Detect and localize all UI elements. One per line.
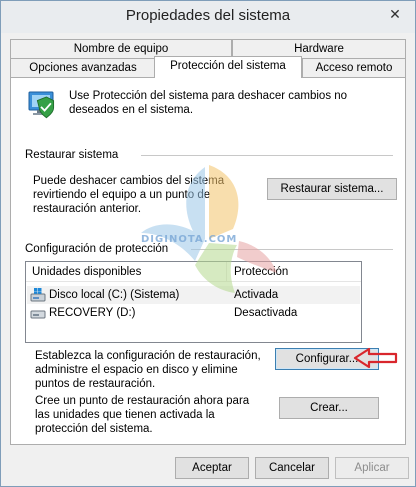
tab-label: Acceso remoto (315, 62, 393, 74)
drive-name: RECOVERY (D:) (49, 307, 136, 319)
apply-button-label: Aplicar (354, 462, 390, 474)
system-properties-window: Propiedades del sistema ✕ Nombre de equi… (0, 0, 416, 487)
apply-button[interactable]: Aplicar (335, 457, 409, 479)
restore-system-button[interactable]: Restaurar sistema... (267, 178, 397, 200)
intro-text: Use Protección del sistema para deshacer… (69, 90, 348, 116)
tab-advanced-options[interactable]: Opciones avanzadas (10, 58, 156, 78)
close-icon: ✕ (389, 5, 401, 22)
list-item-drive-d[interactable]: RECOVERY (D:) Desactivada (27, 304, 360, 322)
restore-description: Puede deshacer cambios del sistema revir… (33, 175, 225, 215)
protection-status: Desactivada (234, 307, 298, 319)
list-header: Unidades disponibles Protección (26, 262, 361, 282)
configure-button-label: Configurar... (295, 353, 359, 365)
tab-system-protection[interactable]: Protección del sistema (154, 56, 302, 78)
cancel-button-label: Cancelar (268, 462, 316, 474)
restore-system-button-label: Restaurar sistema... (280, 183, 384, 195)
drive-icon (30, 310, 46, 319)
tab-label: Opciones avanzadas (29, 62, 137, 74)
list-item-drive-c[interactable]: Disco local (C:) (Sistema) Activada (27, 286, 360, 304)
tab-label: Protección del sistema (170, 60, 286, 72)
column-header-protection[interactable]: Protección (234, 265, 288, 279)
create-button[interactable]: Crear... (279, 397, 379, 419)
system-drive-icon (30, 288, 46, 302)
tab-remote-access[interactable]: Acceso remoto (302, 58, 406, 78)
drives-list[interactable]: Unidades disponibles Protección Disco lo… (25, 261, 362, 343)
section-divider (141, 155, 393, 156)
tab-label: Nombre de equipo (73, 43, 169, 55)
configure-description: Establezca la configuración de restaurac… (35, 350, 261, 390)
cancel-button[interactable]: Cancelar (255, 457, 329, 479)
create-button-label: Crear... (310, 402, 348, 414)
title-bar[interactable]: Propiedades del sistema ✕ (1, 1, 415, 33)
create-description: Cree un punto de restauración ahora para… (35, 395, 250, 435)
system-protection-panel: Use Protección del sistema para deshacer… (10, 77, 406, 445)
drive-name: Disco local (C:) (Sistema) (49, 289, 180, 301)
window-title: Propiedades del sistema (125, 7, 291, 24)
column-divider[interactable] (226, 262, 227, 282)
annotation-arrow-icon (353, 347, 398, 369)
watermark-text: DIGINOTA.COM (141, 234, 238, 245)
section-divider (191, 249, 393, 250)
system-protection-icon (28, 91, 55, 119)
column-header-drives[interactable]: Unidades disponibles (32, 265, 141, 279)
tab-label: Hardware (294, 43, 344, 55)
protection-status: Activada (234, 289, 279, 301)
restore-section-title: Restaurar sistema (25, 149, 119, 161)
close-button[interactable]: ✕ (381, 3, 409, 25)
accept-button-label: Aceptar (192, 462, 232, 474)
accept-button[interactable]: Aceptar (175, 457, 249, 479)
